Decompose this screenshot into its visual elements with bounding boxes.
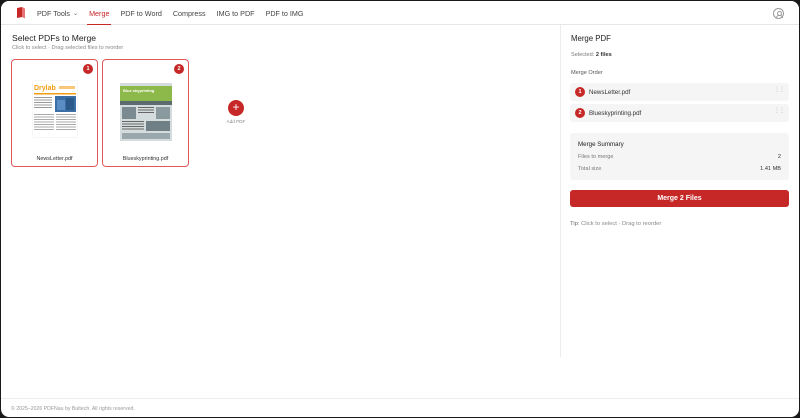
panel-divider: [560, 25, 561, 357]
order-number-badge: 1: [575, 87, 585, 97]
nav-pdf-to-word[interactable]: PDF to Word: [116, 1, 165, 25]
order-file-name: NewsLetter.pdf: [589, 88, 631, 96]
nav-img-to-pdf[interactable]: IMG to PDF: [213, 1, 259, 25]
app-logo-icon[interactable]: [16, 7, 26, 19]
merge-order-label: Merge Order: [571, 70, 603, 76]
summary-row-size: Total size 1.41 MB: [578, 166, 781, 172]
add-pdf: + Add PDF: [219, 100, 253, 124]
chevron-down-icon: ⌄: [73, 10, 79, 17]
merge-panel-title: Merge PDF: [571, 34, 611, 43]
main-nav: PDF Tools ⌄ Merge PDF to Word Compress I…: [33, 1, 311, 25]
pdf-card-blueskyprinting[interactable]: 2 Blue skyprinting Blueskyprinting.pdf: [102, 59, 189, 167]
select-pdfs-subtitle: Click to select · Drag selected files to…: [12, 45, 124, 51]
selected-count: Selected: 2 files: [571, 52, 612, 58]
order-badge: 1: [83, 64, 93, 74]
drag-handle-icon[interactable]: ⋮⋮: [774, 108, 785, 114]
file-name: NewsLetter.pdf: [36, 156, 73, 162]
pdf-thumbnail: Drylab: [33, 81, 77, 137]
add-pdf-button[interactable]: +: [228, 100, 244, 116]
merge-summary-title: Merge Summary: [578, 141, 624, 148]
merge-order-item[interactable]: 1 NewsLetter.pdf ⋮⋮: [570, 83, 789, 101]
drag-handle-icon[interactable]: ⋮⋮: [774, 87, 785, 93]
top-nav-bar: PDF Tools ⌄ Merge PDF to Word Compress I…: [1, 1, 799, 25]
pdf-card-newsletter[interactable]: 1 Drylab NewsLetter.pdf: [11, 59, 98, 167]
order-file-name: Blueskyprinting.pdf: [589, 109, 642, 117]
footer-copyright: © 2025–2026 PDFNau by Bultech. All right…: [11, 406, 135, 412]
user-account-icon[interactable]: [773, 8, 784, 19]
add-pdf-label: Add PDF: [226, 119, 246, 124]
thumbnail-title: Blue skyprinting: [123, 88, 155, 93]
file-name: Blueskyprinting.pdf: [122, 156, 169, 162]
newsletter-thumbnail-graphic: Drylab: [34, 85, 76, 130]
merge-summary: Merge Summary Files to merge 2 Total siz…: [570, 133, 789, 180]
merge-files-button[interactable]: Merge 2 Files: [570, 190, 789, 207]
app-window: PDF Tools ⌄ Merge PDF to Word Compress I…: [1, 1, 799, 417]
summary-row-files: Files to merge 2: [578, 154, 781, 160]
merge-order-item[interactable]: 2 Blueskyprinting.pdf ⋮⋮: [570, 104, 789, 122]
blueskyprinting-thumbnail-graphic: Blue skyprinting: [120, 83, 172, 141]
thumbnail-title: Drylab: [34, 85, 56, 92]
plus-icon: +: [232, 100, 240, 114]
footer-divider: [1, 398, 799, 399]
pdf-thumbnail: Blue skyprinting: [120, 83, 172, 141]
select-pdfs-title: Select PDFs to Merge: [12, 33, 97, 43]
tip-text: Tip: Click to select · Drag to reorder: [570, 221, 662, 227]
nav-pdf-to-img[interactable]: PDF to IMG: [262, 1, 308, 25]
order-number-badge: 2: [575, 108, 585, 118]
nav-merge[interactable]: Merge: [85, 1, 113, 25]
nav-pdf-tools[interactable]: PDF Tools ⌄: [33, 1, 82, 25]
order-badge: 2: [174, 64, 184, 74]
nav-compress[interactable]: Compress: [169, 1, 210, 25]
